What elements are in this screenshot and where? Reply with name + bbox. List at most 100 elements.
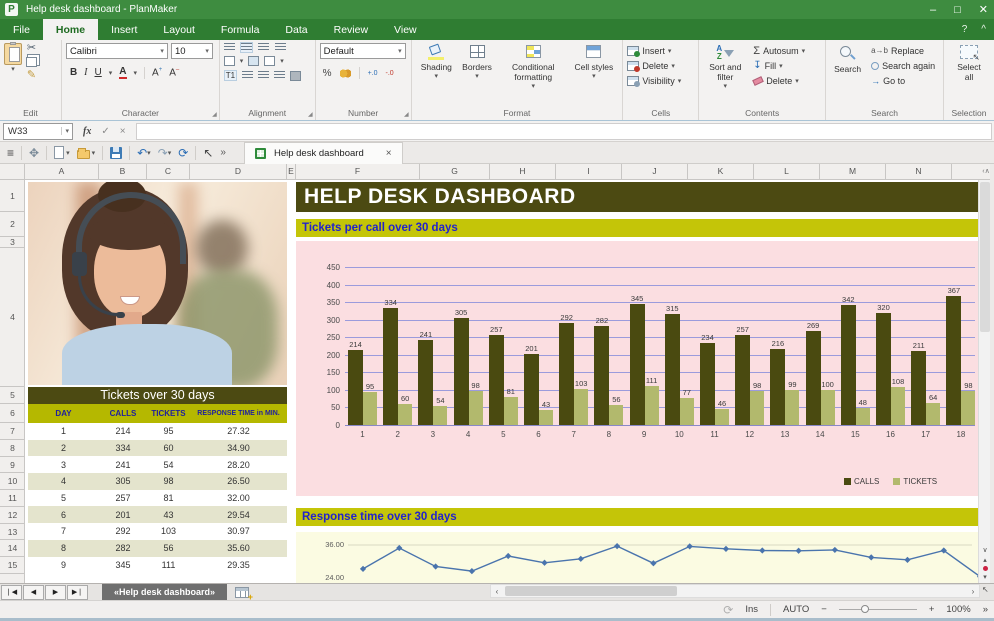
character-dialog-launcher-icon[interactable]: ◢ [212, 111, 217, 118]
statusbar-overflow-icon[interactable]: » [983, 604, 988, 615]
prev-object-icon[interactable]: ▴ [983, 556, 987, 564]
line-point-marker[interactable] [433, 563, 439, 569]
scroll-left-icon[interactable]: ‹ [491, 587, 503, 596]
scroll-down-icon[interactable]: ∨ [982, 546, 987, 554]
bar-group-day-8[interactable]: 28256 [591, 316, 626, 425]
help-icon[interactable]: ? [962, 24, 968, 35]
bold-button[interactable]: B [70, 67, 77, 78]
zoom-level[interactable]: 100% [946, 604, 970, 615]
column-header-J[interactable]: J [622, 164, 688, 179]
table-cell[interactable]: 98 [147, 473, 190, 490]
document-tab[interactable]: Help desk dashboard × [244, 142, 403, 164]
shrink-font-button[interactable]: A– [169, 67, 179, 78]
column-header-L[interactable]: L [754, 164, 820, 179]
column-header-A[interactable]: A [25, 164, 99, 179]
merge-cells-icon[interactable] [248, 56, 259, 66]
sort-and-filter-button[interactable]: AZ Sort and filter▾ [703, 43, 747, 106]
table-cell[interactable]: 9 [28, 557, 99, 574]
table-cell[interactable]: 4 [28, 473, 99, 490]
table-cell[interactable]: 345 [99, 557, 147, 574]
table-cell[interactable]: 26.50 [190, 473, 287, 490]
copy-icon[interactable] [26, 57, 37, 67]
table-cell[interactable]: 54 [147, 456, 190, 473]
percent-format-button[interactable]: % [323, 68, 332, 79]
number-dialog-launcher-icon[interactable]: ◢ [404, 111, 409, 118]
table-cell[interactable]: 29.35 [190, 557, 287, 574]
pane-split-icon[interactable]: ↖ [982, 585, 989, 594]
tickets-bar[interactable] [680, 398, 694, 425]
first-sheet-button[interactable]: ❘◀ [1, 585, 22, 600]
open-dropdown-icon[interactable]: ▾ [92, 149, 96, 157]
document-close-icon[interactable]: × [386, 148, 392, 159]
tickets-bar[interactable] [750, 391, 764, 425]
bar-group-day-12[interactable]: 25798 [732, 325, 767, 425]
line-point-marker[interactable] [650, 560, 656, 566]
row-header-1[interactable]: 1 [0, 180, 25, 212]
column-header-M[interactable]: M [820, 164, 886, 179]
bar-group-day-9[interactable]: 345111 [627, 294, 662, 425]
toolbar-overflow-icon[interactable]: » [220, 147, 226, 158]
save-icon[interactable] [110, 147, 122, 159]
tickets-bar[interactable] [785, 390, 799, 425]
menu-tab-layout[interactable]: Layout [150, 19, 208, 40]
line-point-marker[interactable] [541, 560, 547, 566]
remove-decimal-icon[interactable]: -.0 [386, 70, 394, 77]
replace-button[interactable]: a→b Replace [871, 43, 935, 58]
tickets-bar[interactable] [469, 391, 483, 425]
table-cell[interactable]: 334 [99, 440, 147, 457]
vertical-scrollbar[interactable]: ∨ ▴ ▾ [978, 180, 990, 583]
line-point-marker[interactable] [687, 543, 693, 549]
menu-tab-insert[interactable]: Insert [98, 19, 150, 40]
table-cell[interactable]: 34.90 [190, 440, 287, 457]
conditional-formatting-button[interactable]: Conditional formatting▾ [498, 43, 568, 106]
row-header-2[interactable]: 2 [0, 212, 25, 237]
add-decimal-icon[interactable]: +.0 [368, 70, 378, 77]
line-point-marker[interactable] [360, 566, 366, 572]
column-header-K[interactable]: K [688, 164, 754, 179]
table-cell[interactable]: 95 [147, 423, 190, 440]
calls-bar[interactable] [665, 314, 680, 425]
bar-group-day-14[interactable]: 269100 [803, 321, 838, 425]
zoom-in-button[interactable]: + [929, 604, 935, 615]
table-cell[interactable]: 111 [147, 557, 190, 574]
select-all-button[interactable]: ↖ Select all [948, 43, 990, 85]
new-document-icon[interactable] [54, 146, 64, 159]
search-button[interactable]: Search [830, 43, 865, 106]
table-cell[interactable]: 28.20 [190, 456, 287, 473]
row-header-3[interactable]: 3 [0, 237, 25, 248]
column-header-D[interactable]: D [190, 164, 287, 179]
bar-group-day-13[interactable]: 21699 [767, 339, 802, 425]
table-cell[interactable]: 56 [147, 540, 190, 557]
font-name-select[interactable]: Calibri▾ [66, 43, 168, 59]
tickets-bar[interactable] [715, 409, 729, 425]
vertical-scrollbar-thumb[interactable] [980, 182, 990, 332]
line-point-marker[interactable] [868, 554, 874, 560]
font-color-button[interactable]: A [119, 66, 126, 79]
align-center-icon[interactable] [258, 71, 269, 80]
currency-format-icon[interactable] [340, 69, 351, 78]
previous-sheet-button[interactable]: ◀ [23, 585, 44, 600]
italic-button[interactable]: I [84, 67, 87, 78]
redo-dropdown-icon[interactable]: ▾ [168, 149, 172, 157]
menu-tab-review[interactable]: Review [321, 19, 381, 40]
vertical-text-button[interactable]: T1 [224, 70, 237, 81]
cell-reference-box[interactable]: W33▾ [3, 123, 73, 140]
bar-group-day-17[interactable]: 21164 [908, 341, 943, 425]
calls-bar[interactable] [630, 304, 645, 425]
cell-styles-button[interactable]: Cell styles▾ [570, 43, 617, 106]
calls-bar[interactable] [876, 313, 891, 425]
redo-icon[interactable]: ↷ [158, 146, 168, 160]
confirm-entry-icon[interactable]: ✓ [101, 126, 109, 137]
collapse-ribbon-icon[interactable]: ^ [981, 24, 986, 35]
sheet-tab-active[interactable]: «Help desk dashboard» [102, 584, 227, 601]
row-header-9[interactable]: 9 [0, 457, 25, 473]
column-header-H[interactable]: H [490, 164, 556, 179]
tickets-bar[interactable] [609, 405, 623, 425]
calls-bar[interactable] [700, 343, 715, 425]
table-cell[interactable]: 60 [147, 440, 190, 457]
cancel-entry-icon[interactable]: × [120, 126, 126, 137]
table-cell[interactable]: 30.97 [190, 523, 287, 540]
table-cell[interactable]: 29.54 [190, 506, 287, 523]
delete-contents-button[interactable]: Delete▾ [753, 73, 805, 88]
menu-tab-home[interactable]: Home [43, 19, 98, 40]
